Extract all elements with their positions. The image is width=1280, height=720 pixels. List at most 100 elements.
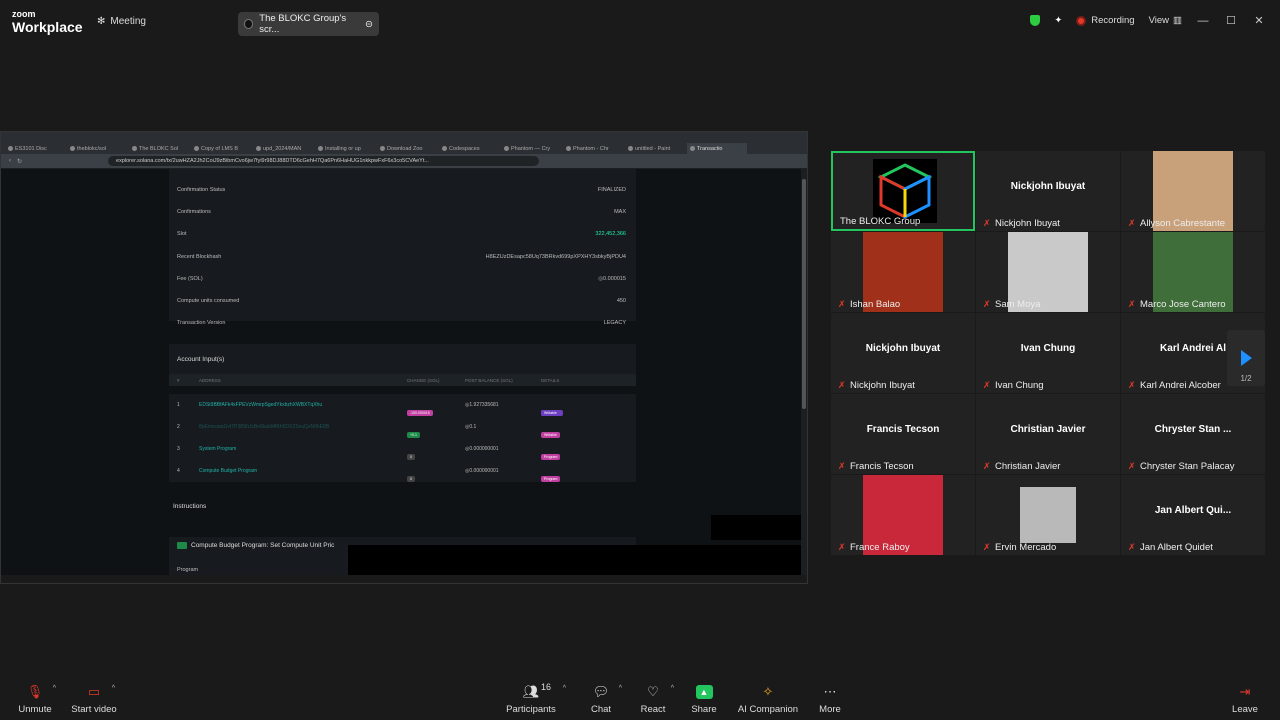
participant-tile[interactable]: Nickjohn Ibuyat ✗ Nickjohn Ibuyat xyxy=(976,151,1120,231)
mic-muted-icon: 🎙︎ ^ xyxy=(26,684,56,699)
view-button[interactable]: View ▥ xyxy=(1149,15,1182,26)
participant-tile[interactable]: Nickjohn Ibuyat ✗ Nickjohn Ibuyat xyxy=(831,313,975,393)
account-address-link[interactable]: System Program xyxy=(199,446,236,452)
sparkle-icon[interactable]: ✦ xyxy=(1054,15,1062,26)
ai-companion-button[interactable]: ✧ AI Companion xyxy=(733,684,803,715)
browser-tab[interactable]: Copy of LMS B xyxy=(191,143,251,154)
record-icon xyxy=(1076,15,1087,26)
shield-icon[interactable] xyxy=(1030,15,1041,26)
reload-icon[interactable]: ↻ xyxy=(17,158,22,165)
leave-button[interactable]: ⇥ Leave xyxy=(1210,684,1280,715)
url-field[interactable]: explorer.solana.com/tx/2uwHZA2Jh2CoiJ9zB… xyxy=(108,156,539,166)
participant-tile[interactable]: ✗ Allyson Cabrestante xyxy=(1121,151,1265,231)
minimize-icon[interactable]: — xyxy=(1196,15,1210,27)
browser-tab[interactable]: ES3101 Disc xyxy=(5,143,65,154)
participant-tile[interactable]: ✗ Ervin Mercado xyxy=(976,475,1120,555)
table-row: 4 Compute Budget Program 0 ◎0.000000001 … xyxy=(169,460,636,482)
react-label: React xyxy=(640,704,666,715)
instruction-number-badge xyxy=(177,542,187,549)
close-icon[interactable]: ✕ xyxy=(1252,14,1266,27)
heart-icon: ♡ ^ xyxy=(647,684,674,699)
recording-indicator[interactable]: Recording xyxy=(1076,15,1135,26)
browser-tab[interactable]: upd_2024/MAN xyxy=(253,143,313,154)
shared-screen[interactable]: ES3101 Disc theblokc/sol The BLOKC Sol C… xyxy=(0,131,808,584)
participant-tile-name: Chryster Stan ... xyxy=(1154,424,1232,435)
browser-tab[interactable]: untitled - Paint xyxy=(625,143,685,154)
start-video-button[interactable]: ▭ ^ Start video xyxy=(59,684,129,715)
mic-muted-icon: ✗ xyxy=(983,461,991,471)
participant-tile[interactable]: ✗ France Raboy xyxy=(831,475,975,555)
mic-muted-icon: ✗ xyxy=(1128,218,1136,228)
participant-tile[interactable]: Francis Tecson ✗ Francis Tecson xyxy=(831,394,975,474)
participant-tile-name: Francis Tecson xyxy=(866,424,940,435)
chevron-up-icon[interactable]: ^ xyxy=(53,685,56,692)
participant-tile[interactable]: ✗ Ishan Balao xyxy=(831,232,975,312)
view-grid-icon: ▥ xyxy=(1173,15,1182,26)
browser-tab-active[interactable]: Transactio xyxy=(687,143,747,154)
meeting-label: Meeting xyxy=(110,16,146,27)
participant-name: ✗ Allyson Cabrestante xyxy=(1128,218,1226,229)
overview-row: Recent Blockhash H8EZUzDEsapc58Uq73BRkvd6… xyxy=(177,254,626,260)
meeting-button[interactable]: ✻ Meeting xyxy=(97,16,146,27)
participant-tile[interactable]: Chryster Stan ... ✗ Chryster Stan Palacay xyxy=(1121,394,1265,474)
mic-muted-icon: ✗ xyxy=(1128,461,1136,471)
share-label: Share xyxy=(691,704,717,715)
share-pill-label: The BLOKC Group's scr... xyxy=(259,13,347,35)
more-label: More xyxy=(819,704,841,715)
mic-muted-icon: ✗ xyxy=(838,380,846,390)
browser-tab[interactable]: Phantom - Chr xyxy=(563,143,623,154)
screen-share-indicator[interactable]: The BLOKC Group's scr... ⊝ xyxy=(238,12,379,36)
start-video-label: Start video xyxy=(71,704,117,715)
instructions-title: Instructions xyxy=(173,503,207,510)
participant-tile[interactable]: Jan Albert Qui... ✗ Jan Albert Quidet xyxy=(1121,475,1265,555)
sparkle-icon: ✧ xyxy=(762,684,774,699)
gallery-next-page-button[interactable]: 1/2 xyxy=(1227,330,1265,386)
maximize-icon[interactable]: ☐ xyxy=(1224,14,1238,27)
change-badge: 0 xyxy=(407,476,415,482)
mic-muted-icon: ✗ xyxy=(838,542,846,552)
more-options-icon[interactable]: ⊝ xyxy=(365,19,373,30)
browser-tab[interactable]: Phantom — Cry xyxy=(501,143,561,154)
mic-muted-icon: ✗ xyxy=(838,461,846,471)
meeting-toolbar: 🎙︎ ^ Unmute ▭ ^ Start video 👥︎ 16 ^ Particip… xyxy=(0,672,1280,720)
browser-tab[interactable]: Installing or up xyxy=(315,143,375,154)
zoom-logo: zoom Workplace xyxy=(12,10,83,35)
mic-muted-icon: ✗ xyxy=(983,380,991,390)
browser-address-bar: ‹ ↻ explorer.solana.com/tx/2uwHZA2Jh2Coi… xyxy=(1,154,807,168)
participant-tile-name: Nickjohn Ibuyat xyxy=(1010,181,1086,192)
redaction-box xyxy=(711,515,801,540)
participant-tile[interactable]: ✗ Marco Jose Cantero xyxy=(1121,232,1265,312)
participant-tile[interactable]: The BLOKC Group xyxy=(831,151,975,231)
mic-muted-icon: ✗ xyxy=(1128,299,1136,309)
participant-tile[interactable]: Christian Javier ✗ Christian Javier xyxy=(976,394,1120,474)
more-button[interactable]: ⋯ More xyxy=(795,684,865,715)
instruction-title: Compute Budget Program: Set Compute Unit… xyxy=(191,542,335,549)
browser-scrollbar[interactable] xyxy=(801,169,807,577)
browser-tab[interactable]: The BLOKC Sol xyxy=(129,143,189,154)
redaction-box xyxy=(348,545,801,577)
participant-name: ✗ Ivan Chung xyxy=(983,380,1044,391)
account-inputs-header: Account Input(s) xyxy=(169,344,636,374)
participant-name: ✗ Chryster Stan Palacay xyxy=(1128,461,1235,472)
participant-tile[interactable]: ✗ Sam Moya xyxy=(976,232,1120,312)
browser-tab[interactable]: theblokc/sol xyxy=(67,143,127,154)
participants-button[interactable]: 👥︎ 16 ^ Participants xyxy=(496,682,566,715)
share-button[interactable]: ▲ Share xyxy=(669,684,739,715)
mic-muted-icon: ✗ xyxy=(983,542,991,552)
overview-row: Slot 322,452,366 xyxy=(177,231,626,237)
browser-tab[interactable]: Codespaces xyxy=(439,143,499,154)
table-row: 1 EDSt9BBfAFk4xFPEVzWmrpSgedYkxbzhXWBXTq… xyxy=(169,394,636,416)
account-address-link[interactable]: 8pEmscwaGvt7P38ShJcBn6kuhMfKh5DXZSvuQzN9… xyxy=(199,424,329,430)
view-label: View xyxy=(1148,15,1170,26)
instruction-program-label: Program xyxy=(177,567,199,573)
account-address-link[interactable]: EDSt9BBfAFk4xFPEVzWmrpSgedYkxbzhXWBXTqXh… xyxy=(199,402,322,408)
leave-label: Leave xyxy=(1232,704,1258,715)
chevron-up-icon[interactable]: ^ xyxy=(112,685,115,692)
top-bar: zoom Workplace ✻ Meeting The BLOKC Group… xyxy=(0,0,1280,46)
participant-name: ✗ Nickjohn Ibuyat xyxy=(983,218,1060,229)
browser-tab[interactable]: Download Zoo xyxy=(377,143,437,154)
account-address-link[interactable]: Compute Budget Program xyxy=(199,468,257,474)
transaction-overview-card: Confirmation Status FINALIZED Confirmatio… xyxy=(169,169,636,326)
participant-tile[interactable]: Ivan Chung ✗ Ivan Chung xyxy=(976,313,1120,393)
back-icon[interactable]: ‹ xyxy=(9,158,11,164)
